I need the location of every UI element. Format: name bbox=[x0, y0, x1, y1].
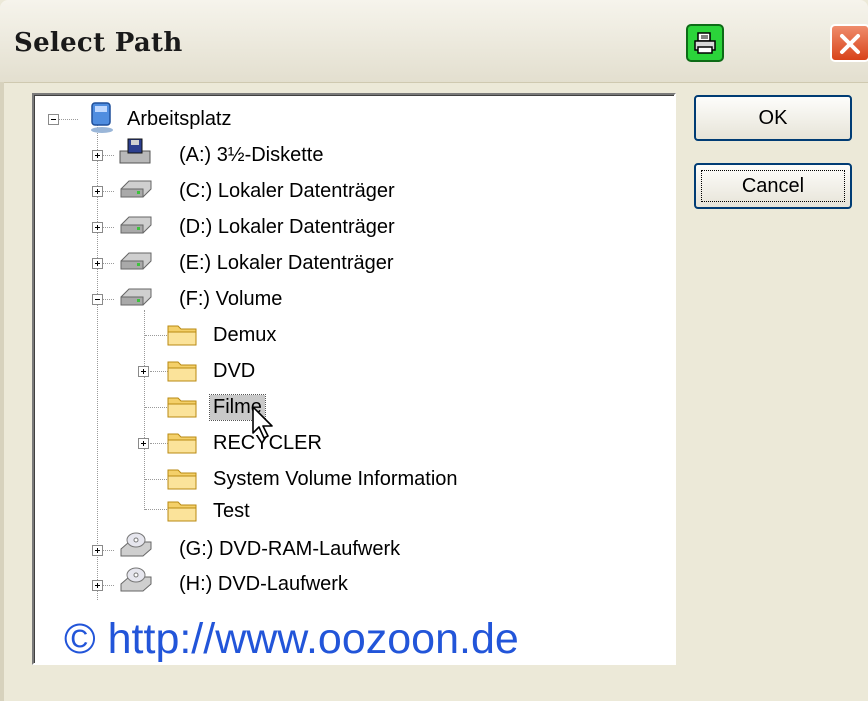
tree-node-folder-demux[interactable]: Demux bbox=[210, 319, 279, 351]
expand-toggle[interactable] bbox=[92, 150, 103, 161]
tree-node-drive-g[interactable]: (G:) DVD-RAM-Laufwerk bbox=[176, 533, 403, 565]
hard-drive-icon bbox=[118, 175, 154, 206]
tree-node-label: (E:) Lokaler Datenträger bbox=[179, 251, 394, 274]
select-path-dialog: Select Path Arbeitsplatz (A:) 3½-Diskett… bbox=[0, 0, 868, 701]
expand-toggle[interactable] bbox=[92, 258, 103, 269]
folder-icon bbox=[166, 465, 198, 496]
dvd-drive-icon bbox=[118, 566, 154, 601]
tree-line bbox=[144, 310, 145, 510]
tree-node-label: Demux bbox=[213, 323, 277, 346]
tree-line bbox=[145, 479, 167, 480]
tree-line bbox=[145, 407, 167, 408]
expand-toggle[interactable] bbox=[92, 580, 103, 591]
tree-node-folder-test[interactable]: Test bbox=[210, 495, 253, 527]
folder-tree[interactable]: Arbeitsplatz (A:) 3½-Diskette (C:) Lokal… bbox=[32, 93, 676, 665]
expand-toggle[interactable] bbox=[138, 366, 149, 377]
dvd-drive-icon bbox=[118, 531, 154, 566]
folder-icon bbox=[166, 357, 198, 388]
ok-button[interactable]: OK bbox=[694, 95, 852, 141]
window-title: Select Path bbox=[14, 28, 183, 58]
hard-drive-icon bbox=[118, 247, 154, 278]
expand-toggle[interactable] bbox=[92, 222, 103, 233]
collapse-toggle[interactable] bbox=[48, 114, 59, 125]
folder-icon bbox=[166, 497, 198, 528]
watermark: © http://www.oozoon.de bbox=[64, 615, 519, 663]
tree-node-root[interactable]: Arbeitsplatz bbox=[124, 103, 235, 135]
folder-icon bbox=[166, 393, 198, 424]
tree-node-folder-dvd[interactable]: DVD bbox=[210, 355, 258, 387]
folder-icon bbox=[166, 321, 198, 352]
tree-line bbox=[58, 119, 78, 120]
tree-node-label: (F:) Volume bbox=[179, 287, 283, 310]
tree-line bbox=[102, 191, 114, 192]
tree-line bbox=[145, 335, 167, 336]
tree-node-label: (C:) Lokaler Datenträger bbox=[179, 179, 395, 202]
expand-toggle[interactable] bbox=[92, 545, 103, 556]
tree-node-folder-system-volume-information[interactable]: System Volume Information bbox=[210, 463, 461, 495]
computer-icon bbox=[88, 101, 118, 140]
tree-node-label: (A:) 3½-Diskette bbox=[179, 143, 324, 166]
close-button[interactable] bbox=[830, 24, 868, 62]
mouse-cursor-icon bbox=[251, 405, 277, 446]
tree-line bbox=[102, 263, 114, 264]
window-edge bbox=[0, 82, 4, 701]
collapse-toggle[interactable] bbox=[92, 294, 103, 305]
tree-line bbox=[102, 227, 114, 228]
folder-icon bbox=[166, 429, 198, 460]
tree-node-drive-a[interactable]: (A:) 3½-Diskette bbox=[176, 139, 326, 171]
tree-line bbox=[102, 550, 114, 551]
tree-line bbox=[102, 155, 114, 156]
tree-node-label: (H:) DVD-Laufwerk bbox=[179, 572, 348, 595]
tree-node-label: (D:) Lokaler Datenträger bbox=[179, 215, 395, 238]
tree-line bbox=[145, 509, 167, 510]
tree-line bbox=[102, 585, 114, 586]
tree-node-drive-h[interactable]: (H:) DVD-Laufwerk bbox=[176, 568, 351, 600]
tree-node-label: DVD bbox=[213, 359, 256, 382]
tree-node-label: Test bbox=[213, 499, 250, 522]
tree-line bbox=[102, 299, 114, 300]
tree-node-label: (G:) DVD-RAM-Laufwerk bbox=[179, 537, 401, 560]
hard-drive-icon bbox=[118, 283, 154, 314]
hard-drive-icon bbox=[118, 211, 154, 242]
tree-node-drive-e[interactable]: (E:) Lokaler Datenträger bbox=[176, 247, 397, 279]
print-button[interactable] bbox=[686, 24, 724, 62]
floppy-drive-icon bbox=[118, 137, 152, 172]
title-bar[interactable]: Select Path bbox=[0, 0, 868, 83]
tree-node-drive-d[interactable]: (D:) Lokaler Datenträger bbox=[176, 211, 398, 243]
tree-node-drive-c[interactable]: (C:) Lokaler Datenträger bbox=[176, 175, 398, 207]
tree-node-drive-f[interactable]: (F:) Volume bbox=[176, 283, 285, 315]
cancel-button[interactable]: Cancel bbox=[694, 163, 852, 209]
expand-toggle[interactable] bbox=[92, 186, 103, 197]
expand-toggle[interactable] bbox=[138, 438, 149, 449]
tree-node-label: System Volume Information bbox=[213, 467, 458, 490]
tree-node-label: Arbeitsplatz bbox=[127, 107, 232, 130]
